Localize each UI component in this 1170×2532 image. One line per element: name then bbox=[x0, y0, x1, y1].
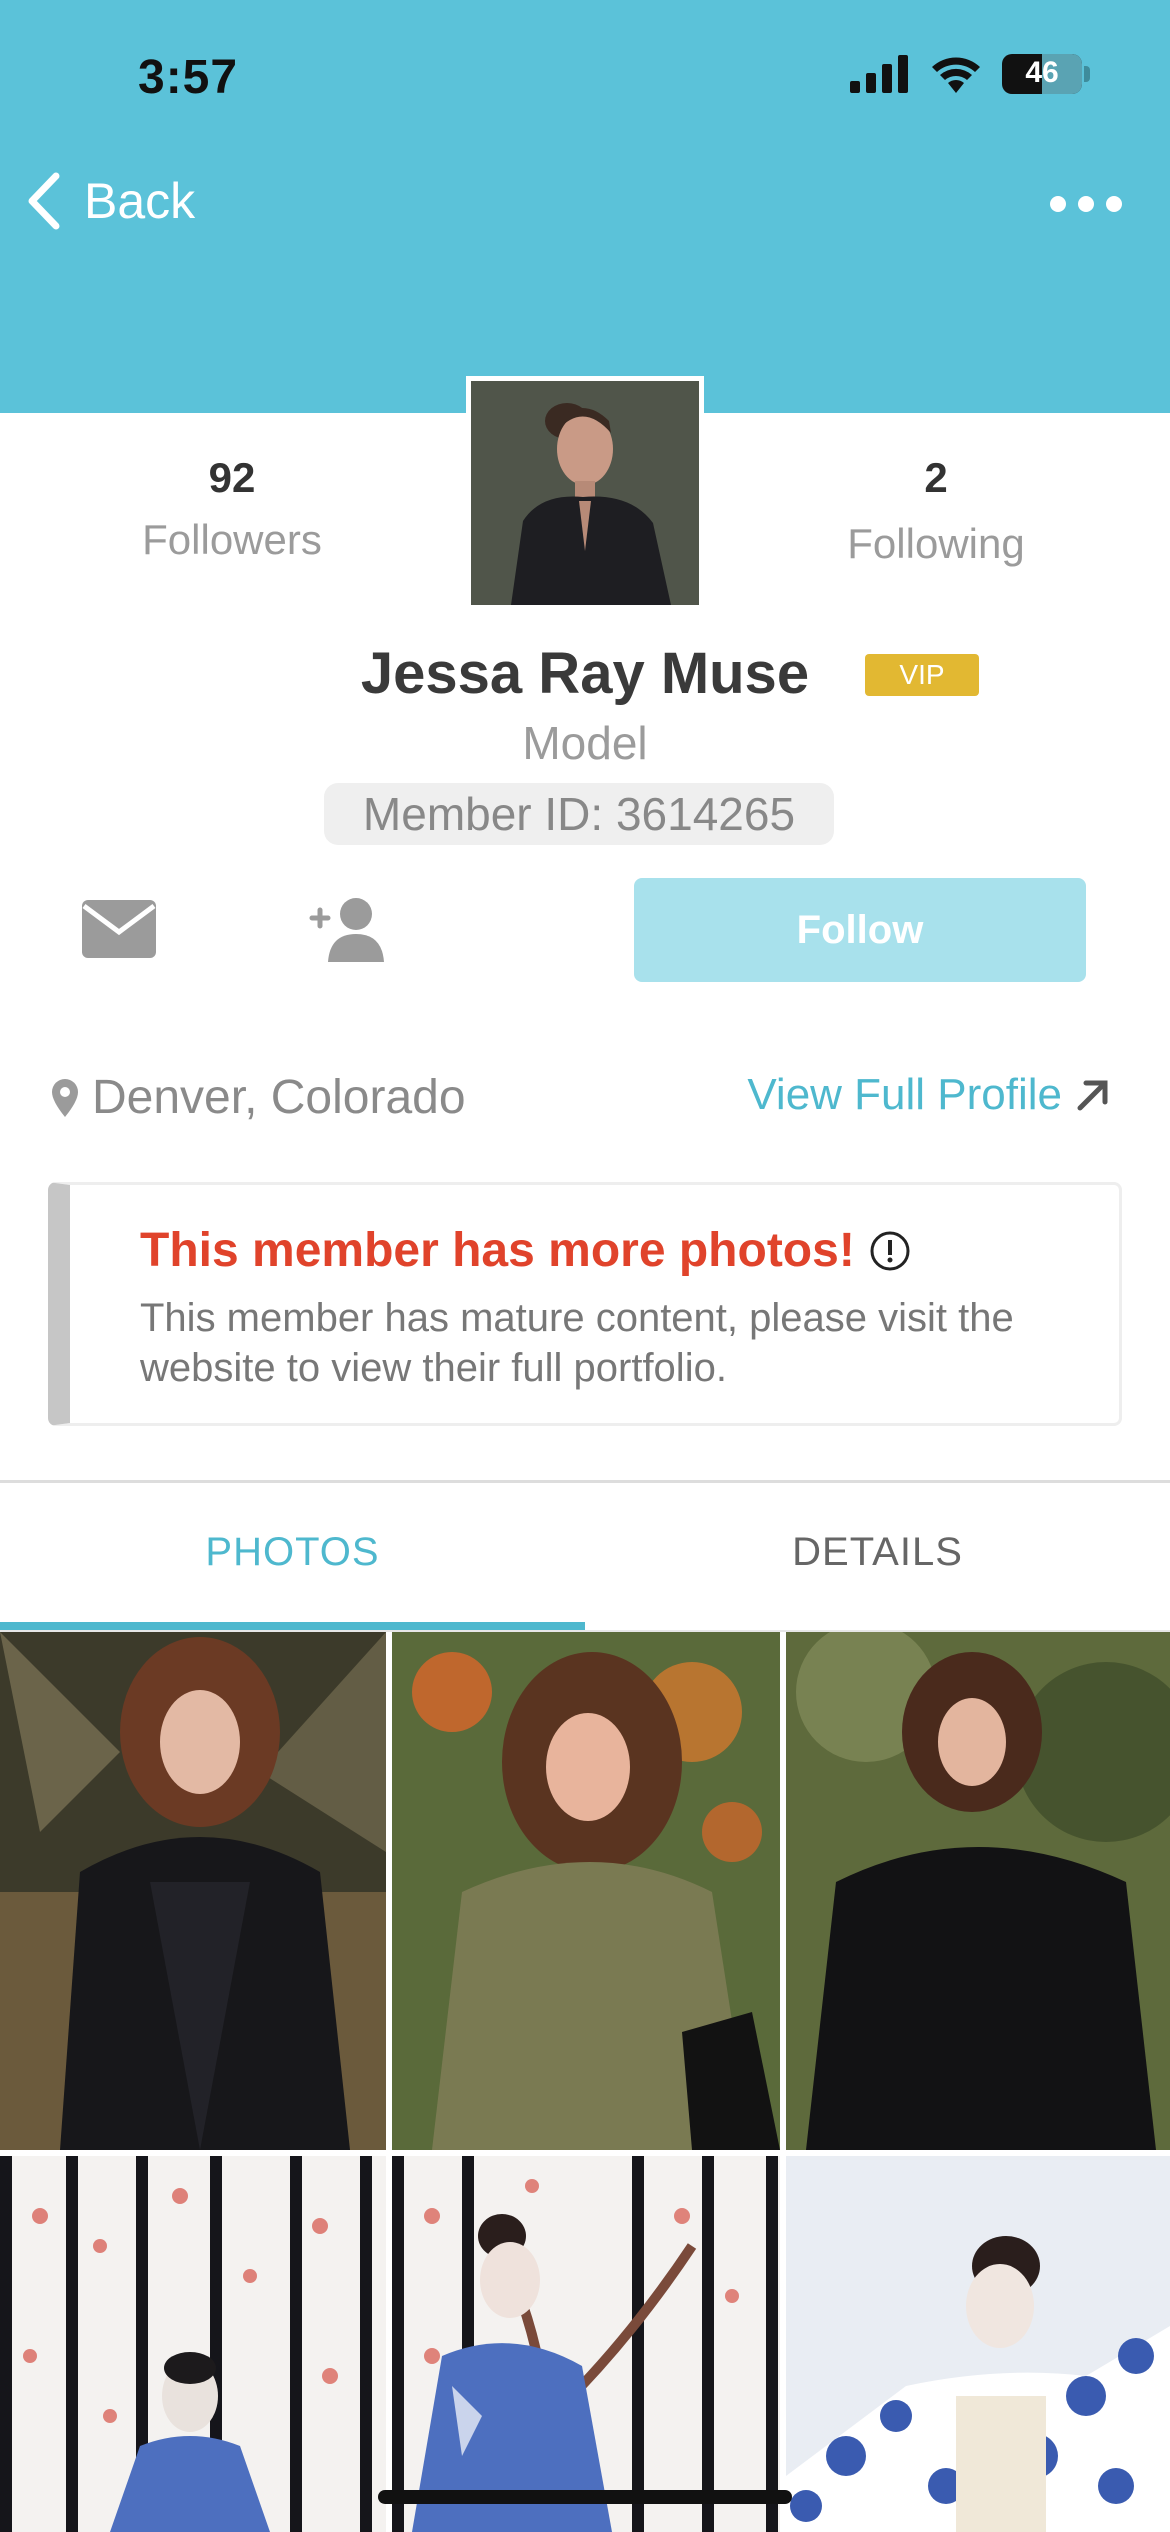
followers-count: 92 bbox=[208, 454, 256, 501]
photo-thumbnail[interactable] bbox=[392, 1632, 780, 2150]
back-button[interactable]: Back bbox=[26, 172, 195, 230]
battery-icon: 46 bbox=[1002, 54, 1082, 94]
add-user-icon bbox=[309, 898, 384, 962]
arrow-up-right-icon bbox=[1077, 1080, 1108, 1111]
photo-thumbnail[interactable] bbox=[786, 2156, 1170, 2532]
photo-grid bbox=[0, 1632, 1170, 2532]
battery-level: 46 bbox=[1025, 56, 1059, 89]
section-divider bbox=[0, 1480, 1170, 1483]
view-full-profile-link[interactable]: View Full Profile bbox=[747, 1070, 1110, 1120]
more-dot bbox=[1078, 196, 1094, 212]
profile-role: Model bbox=[522, 717, 648, 769]
add-contact-button[interactable] bbox=[306, 896, 386, 967]
following-stat[interactable]: 2 Following bbox=[786, 454, 1086, 568]
back-label: Back bbox=[84, 173, 196, 229]
avatar-image bbox=[471, 381, 699, 605]
location: Denver, Colorado bbox=[52, 1070, 466, 1125]
location-text: Denver, Colorado bbox=[92, 1071, 466, 1124]
photo-thumbnail[interactable] bbox=[0, 2156, 386, 2532]
follow-button[interactable]: Follow bbox=[634, 878, 1086, 982]
status-time: 3:57 bbox=[138, 51, 239, 104]
more-dot bbox=[1050, 196, 1066, 212]
envelope-icon bbox=[82, 900, 156, 958]
more-options-button[interactable] bbox=[1050, 196, 1122, 212]
notice-body: This member has mature content, please v… bbox=[140, 1296, 1014, 1390]
more-dot bbox=[1106, 196, 1122, 212]
home-indicator bbox=[378, 2490, 792, 2504]
signal-icon bbox=[850, 55, 908, 93]
vip-badge: VIP bbox=[865, 654, 979, 696]
tab-details[interactable]: DETAILS bbox=[585, 1530, 1170, 1575]
tab-photos[interactable]: PHOTOS bbox=[0, 1530, 585, 1575]
active-tab-indicator bbox=[0, 1622, 585, 1630]
message-button[interactable] bbox=[82, 900, 156, 963]
photo-thumbnail[interactable] bbox=[786, 1632, 1170, 2150]
notice-title-row: This member has more photos! bbox=[140, 1223, 911, 1278]
chevron-left-icon bbox=[28, 172, 60, 230]
battery-tip bbox=[1084, 66, 1090, 82]
followers-label: Followers bbox=[142, 516, 322, 563]
mature-content-notice: This member has more photos! This member… bbox=[48, 1182, 1122, 1426]
followers-stat[interactable]: 92 Followers bbox=[82, 454, 382, 564]
status-icons: 46 bbox=[850, 54, 1090, 94]
member-id: Member ID: 3614265 bbox=[324, 783, 834, 845]
following-count: 2 bbox=[924, 454, 948, 501]
map-pin-icon bbox=[52, 1078, 78, 1117]
info-icon bbox=[870, 1231, 910, 1270]
wifi-icon bbox=[932, 57, 980, 93]
photo-thumbnail[interactable] bbox=[392, 2156, 780, 2532]
notice-title: This member has more photos! bbox=[140, 1224, 855, 1277]
view-full-profile-label: View Full Profile bbox=[747, 1070, 1062, 1119]
following-label: Following bbox=[847, 520, 1025, 567]
photo-thumbnail[interactable] bbox=[0, 1632, 386, 2150]
profile-name: Jessa Ray Muse bbox=[360, 641, 810, 706]
avatar[interactable] bbox=[466, 376, 704, 610]
profile-header: 3:57 46 Back bbox=[0, 0, 1170, 413]
